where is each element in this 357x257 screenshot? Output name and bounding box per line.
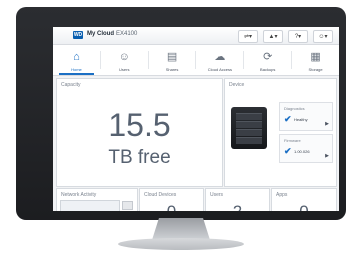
capacity-title: Capacity [61,82,81,88]
alert-icon[interactable]: ▲▾ [263,30,283,43]
cloud-devices-value: 0 [140,202,203,211]
top-bar: WD My Cloud EX4100 ⇌▾ ▲▾ ?▾ ☺▾ [53,27,339,45]
nav-label: Home [71,67,82,72]
cloud-devices-card[interactable]: Cloud Devices 0 [139,188,204,211]
nav-shares[interactable]: ▤ Shares [149,45,196,75]
apps-value: 0 [272,202,336,211]
cloud-devices-title: Cloud Devices [144,192,177,198]
help-icon[interactable]: ?▾ [288,30,308,43]
nav-label: Cloud Access [207,67,233,72]
nav-users[interactable]: ☺ Users [101,45,148,75]
drive-bay [236,121,262,128]
diagnostics-panel[interactable]: Diagnostics ✔ Healthy ▶ [279,102,333,131]
nav-label: Storage [308,67,323,72]
monitor-stand-neck [152,218,210,240]
main-nav: ⌂ Home ☺ Users ▤ Shares ☁ Cloud Access ⟳… [53,45,339,76]
users-card[interactable]: Users 2 [205,188,270,211]
nav-label: Shares [165,67,179,72]
backups-icon: ⟳ [263,51,273,63]
users-value: 2 [206,202,269,211]
chevron-right-icon[interactable]: ▶ [325,121,329,127]
apps-title: Apps [276,192,288,198]
network-title: Network Activity [61,192,97,198]
diagnostics-title: Diagnostics [284,106,305,111]
device-title: Device [229,82,245,88]
monitor-bezel: WD My Cloud EX4100 ⇌▾ ▲▾ ?▾ ☺▾ ⌂ Home ☺ U… [16,7,346,220]
chevron-right-icon[interactable]: ▶ [325,153,329,159]
app-model: EX4100 [116,31,138,37]
nav-cloud-access[interactable]: ☁ Cloud Access [196,45,243,75]
network-activity-card[interactable]: Network Activity ▶ [56,188,138,211]
capacity-card[interactable]: Capacity 15.5 TB free [56,78,223,187]
nav-home[interactable]: ⌂ Home [53,45,100,75]
network-icons: ▶ [122,201,134,211]
cloud-access-icon: ☁ [214,51,226,63]
screen: WD My Cloud EX4100 ⇌▾ ▲▾ ?▾ ☺▾ ⌂ Home ☺ U… [53,27,339,211]
nav-label: Users [119,67,130,72]
top-icons: ⇌▾ ▲▾ ?▾ ☺▾ [238,30,333,43]
nas-device-image [231,107,267,149]
app-title: My Cloud EX4100 [87,31,137,37]
apps-card[interactable]: Apps 0 ▶ [271,188,337,211]
user-icon[interactable]: ☺▾ [313,30,333,43]
device-card: Device Diagnostics ✔ Healthy ▶ Firmware … [224,78,337,187]
users-icon: ☺ [118,51,130,63]
capacity-unit: TB free [108,147,171,168]
drive-bay [236,113,262,120]
wd-logo: WD [73,31,83,39]
firmware-version: 1.00.026 [294,149,310,154]
firmware-panel[interactable]: Firmware ✔ 1.00.026 ▶ [279,134,333,163]
app-name: My Cloud [87,31,114,37]
storage-icon: ▦ [310,51,321,63]
network-graph [60,200,120,211]
monitor-stand-base [118,238,244,250]
home-icon: ⌂ [73,51,80,63]
capacity-value: 15.5 [108,107,171,143]
drive-bay [236,137,262,144]
usb-icon[interactable]: ⇌▾ [238,30,258,43]
check-icon: ✔ [284,146,292,156]
shares-icon: ▤ [166,51,178,63]
nav-backups[interactable]: ⟳ Backups [244,45,291,75]
nav-label: Backups [260,67,276,72]
check-icon: ✔ [284,114,292,124]
firmware-title: Firmware [284,138,301,143]
users-title: Users [210,192,224,198]
document-icon [122,201,133,210]
diagnostics-status: Healthy [294,117,308,122]
drive-bay [236,129,262,136]
nav-storage[interactable]: ▦ Storage [292,45,339,75]
